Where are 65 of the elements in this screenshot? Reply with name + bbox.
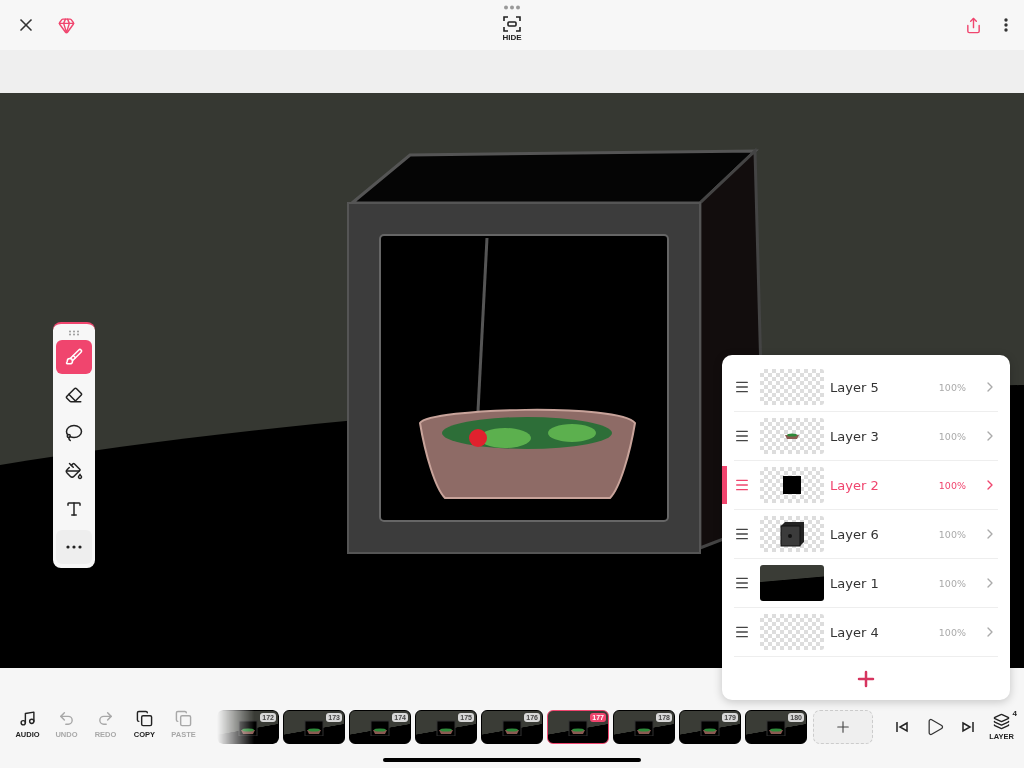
- box-icon: [779, 521, 805, 547]
- microwave-thumbnail-icon: [238, 720, 258, 736]
- frame-icon: [503, 16, 521, 32]
- skip-back-icon: [895, 720, 910, 734]
- microwave-thumbnail-icon: [766, 720, 786, 736]
- layer-row[interactable]: Layer 1 100%: [734, 559, 998, 608]
- paint-bucket-icon: [65, 462, 83, 480]
- undo-icon: [58, 710, 75, 727]
- drag-handle-icon: [734, 575, 750, 591]
- hide-button[interactable]: HIDE: [502, 16, 522, 42]
- layer-name: Layer 2: [830, 477, 880, 493]
- plus-icon: [834, 718, 852, 736]
- gem-icon: [58, 16, 75, 34]
- layer-thumbnail: [760, 614, 824, 650]
- layer-name: Layer 1: [830, 575, 880, 591]
- microwave-thumbnail-icon: [502, 720, 522, 736]
- more-options-button[interactable]: [1002, 16, 1010, 34]
- selection-indicator: [722, 466, 727, 504]
- layer-name: Layer 6: [830, 526, 880, 542]
- drag-handle-icon: [734, 477, 750, 493]
- layer-opacity: 100%: [938, 528, 966, 540]
- redo-icon: [97, 710, 114, 727]
- drag-handle-icon: [734, 526, 750, 542]
- drag-handle-icon[interactable]: [504, 5, 520, 10]
- brush-tool-button[interactable]: [56, 340, 92, 374]
- share-icon: [965, 16, 982, 34]
- drag-handle-icon: [734, 428, 750, 444]
- layer-row[interactable]: Layer 3 100%: [734, 412, 998, 461]
- grip-icon: [68, 330, 80, 336]
- bowl-icon: [784, 433, 800, 439]
- drag-handle-icon: [734, 624, 750, 640]
- paste-icon: [175, 710, 192, 727]
- layer-row[interactable]: Layer 5 100%: [734, 363, 998, 412]
- layer-opacity: 100%: [938, 577, 966, 589]
- microwave-thumbnail-icon: [370, 720, 390, 736]
- text-icon: [65, 500, 83, 518]
- layer-thumbnail: [760, 565, 824, 601]
- layer-opacity: 100%: [938, 479, 966, 491]
- layer-opacity: 100%: [938, 430, 966, 442]
- microwave-thumbnail-icon: [304, 720, 324, 736]
- layer-row[interactable]: Layer 6 100%: [734, 510, 998, 559]
- layer-name: Layer 4: [830, 624, 880, 640]
- lasso-icon: [65, 424, 83, 442]
- layer-count: 4: [1012, 709, 1017, 718]
- layers-icon: [993, 713, 1011, 730]
- drag-handle-icon: [734, 379, 750, 395]
- skip-forward-icon: [961, 720, 976, 734]
- layer-row[interactable]: Layer 4 100%: [734, 608, 998, 657]
- copy-icon: [136, 710, 153, 727]
- microwave-thumbnail-icon: [436, 720, 456, 736]
- eraser-icon: [65, 386, 83, 404]
- layer-opacity: 100%: [938, 626, 966, 638]
- brush-icon: [65, 348, 83, 366]
- music-note-icon: [19, 710, 36, 727]
- layer-name: Layer 3: [830, 428, 880, 444]
- layer-opacity: 100%: [938, 381, 966, 393]
- more-icon: [66, 545, 82, 549]
- more-icon: [1004, 18, 1008, 32]
- layer-name: Layer 5: [830, 379, 880, 395]
- layer-row[interactable]: Layer 2 100%: [734, 461, 998, 510]
- microwave-thumbnail-icon: [568, 720, 588, 736]
- microwave-thumbnail-icon: [700, 720, 720, 736]
- microwave-thumbnail-icon: [634, 720, 654, 736]
- square-shape-icon: [783, 476, 801, 494]
- layer-thumbnail: [760, 369, 824, 405]
